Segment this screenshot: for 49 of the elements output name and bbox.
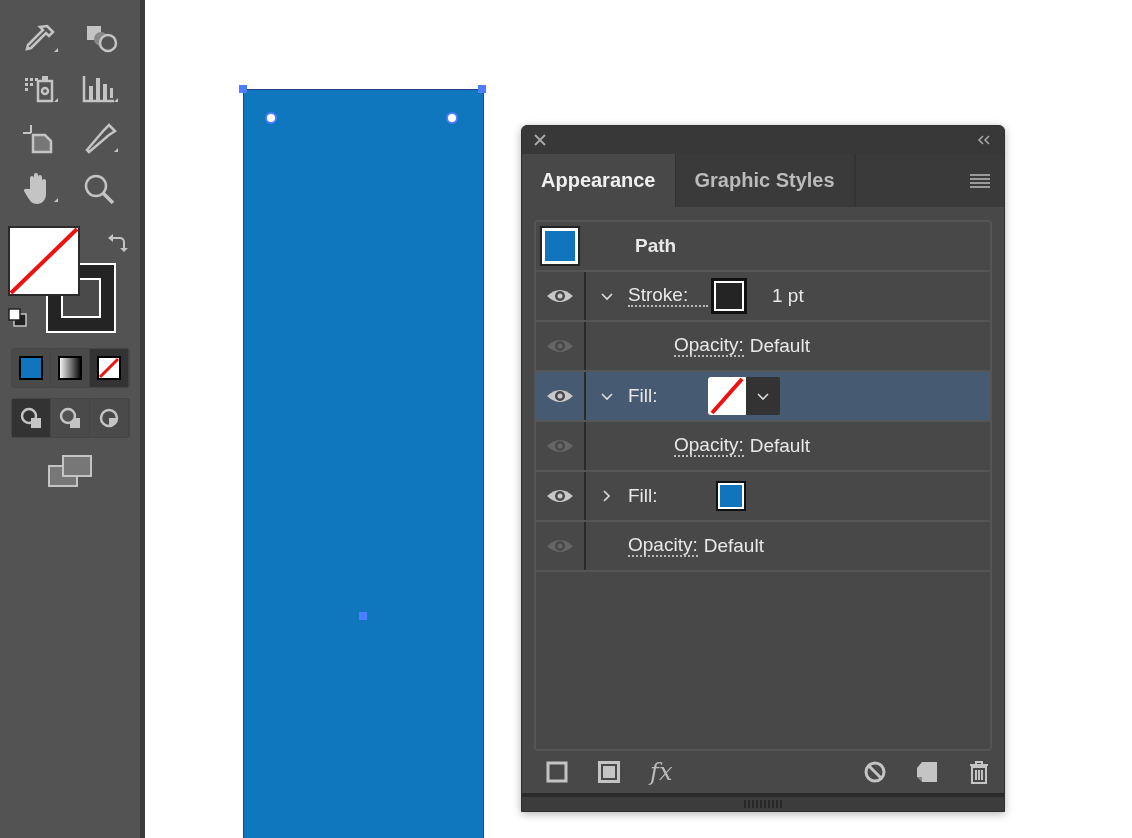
default-colors-icon[interactable] (8, 308, 28, 328)
draw-inside-icon[interactable] (97, 407, 120, 429)
trash-icon[interactable] (968, 760, 990, 784)
fill-color-swatch[interactable] (718, 483, 744, 509)
no-sign-icon[interactable] (864, 761, 886, 783)
eye-icon[interactable] (546, 487, 574, 505)
panel-tab[interactable]: Graphic Styles (675, 154, 855, 207)
attribute-label: Fill: (628, 385, 659, 407)
menu-icon[interactable] (970, 173, 990, 188)
draw-behind-icon[interactable] (58, 407, 81, 429)
none-color-swatch[interactable] (708, 377, 746, 415)
attribute-label[interactable]: Opacity: (674, 435, 744, 457)
selection-handle[interactable] (478, 85, 486, 93)
collapse-icon[interactable] (976, 134, 992, 146)
chevron-down-icon[interactable] (600, 291, 614, 301)
screen-mode-icon[interactable] (47, 454, 93, 488)
duplicate-icon[interactable] (916, 761, 938, 783)
eye-icon[interactable] (546, 287, 574, 305)
draw-normal-icon[interactable] (19, 407, 42, 429)
attribute-label[interactable]: Opacity: (628, 535, 698, 557)
none-color-icon[interactable] (96, 356, 121, 380)
attribute-value: Default (703, 535, 764, 557)
attribute-label: Fill: (628, 485, 659, 507)
attribute-value: Default (749, 335, 810, 357)
hand-icon[interactable] (21, 172, 59, 206)
chevron-down-icon[interactable] (600, 391, 614, 401)
attribute-row[interactable]: Stroke: 1 pt (536, 272, 990, 322)
attribute-label[interactable]: Stroke: (628, 285, 708, 307)
gradient-icon[interactable] (57, 356, 82, 380)
attribute-value: 1 pt (772, 285, 804, 307)
attribute-row[interactable]: Opacity: Default (536, 422, 990, 472)
selection-handle[interactable] (239, 85, 247, 93)
attribute-row[interactable]: Opacity: Default (536, 522, 990, 572)
effects-button[interactable]: fx (650, 758, 673, 786)
fill-swatch[interactable] (8, 226, 80, 296)
filled-square-icon[interactable] (598, 761, 620, 783)
attribute-row[interactable]: Fill: (536, 472, 990, 522)
attribute-row[interactable]: Fill: (536, 372, 990, 422)
stroke-color-swatch[interactable] (714, 281, 744, 311)
object-type: Path (635, 235, 677, 257)
panel-tab[interactable]: Appearance (522, 154, 676, 207)
attribute-value: Default (749, 435, 810, 457)
square-outline-icon[interactable] (546, 761, 568, 783)
color-mode-icon[interactable] (18, 356, 43, 380)
close-icon[interactable] (533, 133, 547, 147)
chevron-right-icon[interactable] (602, 490, 612, 502)
attribute-label[interactable]: Opacity: (674, 335, 744, 357)
chevron-down-icon (756, 391, 770, 401)
eye-icon[interactable] (546, 387, 574, 405)
